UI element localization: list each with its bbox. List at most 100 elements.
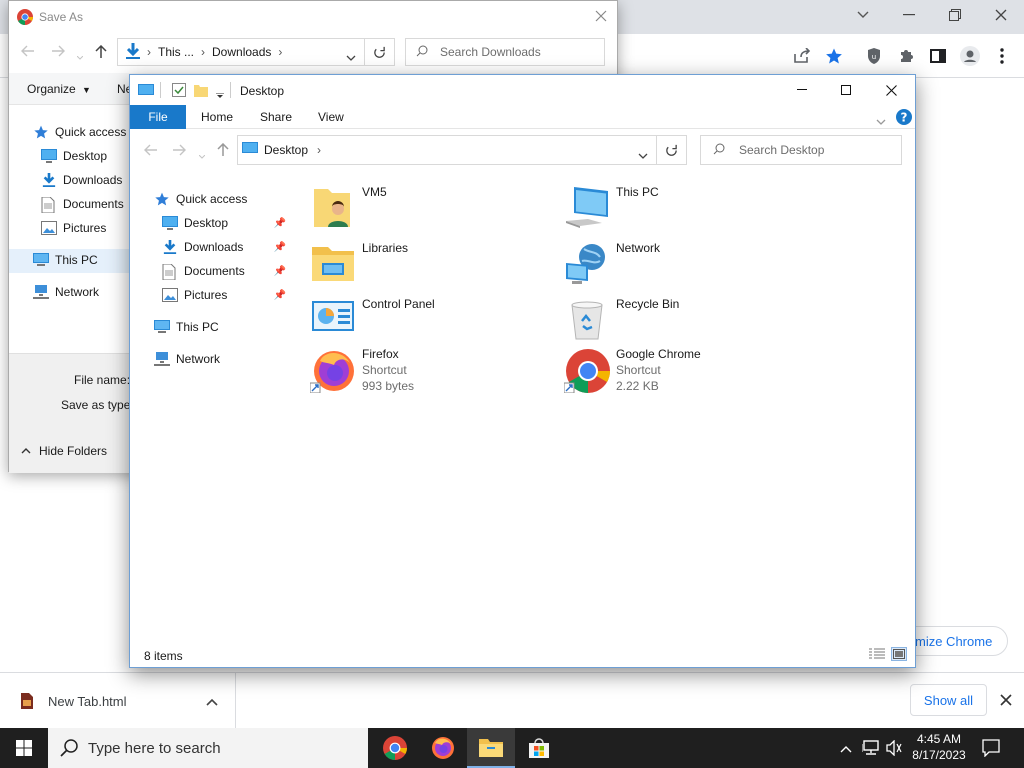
save-as-refresh-icon[interactable]	[365, 38, 395, 66]
explorer-nav-pictures[interactable]: Pictures	[162, 284, 227, 306]
profile-avatar-icon[interactable]	[958, 44, 982, 68]
recent-locations-chevron-icon[interactable]	[76, 49, 84, 63]
download-item[interactable]: New Tab.html	[0, 673, 236, 729]
save-as-close-icon[interactable]	[595, 10, 607, 25]
bookmark-star-icon[interactable]	[822, 44, 846, 68]
expand-ribbon-chevron-icon[interactable]	[876, 114, 886, 128]
save-as-nav-downloads[interactable]: Downloads	[41, 169, 122, 191]
desktop-item-vm5[interactable]: VM5	[310, 185, 550, 239]
explorer-address-chevron-icon[interactable]	[638, 148, 648, 162]
explorer-nav-quick-access[interactable]: Quick access	[154, 188, 247, 210]
save-as-titlebar: Save As	[9, 1, 617, 33]
chrome-close-button[interactable]	[978, 0, 1024, 30]
desktop-item-control-panel[interactable]: Control Panel	[310, 297, 550, 351]
explorer-nav-network[interactable]: Network	[154, 348, 220, 370]
explorer-back-arrow-icon[interactable]	[144, 144, 158, 159]
taskbar-search-input[interactable]: Type here to search	[48, 728, 368, 768]
save-as-nav-quick-access[interactable]: Quick access	[33, 121, 126, 143]
address-dropdown-chevron-icon[interactable]	[346, 50, 356, 64]
share-icon[interactable]	[790, 44, 814, 68]
download-shelf-close-icon[interactable]	[995, 689, 1017, 711]
save-as-type-label: Save as type:	[61, 398, 134, 412]
extensions-puzzle-icon[interactable]	[894, 44, 918, 68]
taskbar-clock[interactable]: 4:45 AM 8/17/2023	[908, 731, 970, 765]
explorer-refresh-icon[interactable]	[657, 135, 687, 165]
explorer-nav-documents[interactable]: Documents	[162, 260, 245, 282]
show-hidden-icons-chevron-icon[interactable]	[840, 742, 852, 756]
libraries-icon	[310, 241, 356, 287]
side-panel-icon[interactable]	[926, 44, 950, 68]
explorer-search-input[interactable]: Search Desktop	[700, 135, 902, 165]
ribbon-tab-view[interactable]: View	[318, 105, 344, 129]
organize-button[interactable]: Organize ▼	[27, 82, 91, 96]
explorer-close-button[interactable]	[868, 75, 914, 105]
explorer-recent-chevron-icon[interactable]	[198, 148, 206, 162]
chevron-up-icon	[21, 448, 31, 454]
save-as-search-input[interactable]: Search Downloads	[405, 38, 605, 66]
desktop-icon	[162, 216, 178, 230]
quick-access-properties-icon[interactable]	[172, 83, 186, 100]
explorer-ribbon: File Home Share View ?	[130, 105, 915, 129]
explorer-forward-arrow-icon[interactable]	[172, 144, 186, 159]
save-as-nav-network[interactable]: Network	[33, 281, 99, 303]
desktop-item-recycle-bin[interactable]: Recycle Bin	[564, 297, 804, 351]
save-as-nav-desktop[interactable]: Desktop	[41, 145, 107, 167]
control-panel-icon	[310, 297, 356, 343]
tab-search-chevron-icon[interactable]	[840, 0, 886, 30]
large-icons-view-icon[interactable]	[891, 647, 907, 661]
up-arrow-icon[interactable]	[95, 44, 107, 62]
help-icon[interactable]: ?	[896, 109, 912, 128]
explorer-up-arrow-icon[interactable]	[217, 142, 229, 160]
ribbon-tab-share[interactable]: Share	[260, 105, 292, 129]
save-as-nav-pictures[interactable]: Pictures	[41, 217, 106, 239]
hide-folders-button[interactable]: Hide Folders	[21, 444, 107, 458]
pin-icon: 📌	[273, 241, 287, 253]
taskbar-store-button[interactable]	[515, 728, 563, 768]
breadcrumb-downloads[interactable]: Downloads	[212, 45, 271, 59]
details-view-icon[interactable]	[869, 648, 885, 663]
forward-arrow-icon[interactable]	[51, 45, 65, 60]
documents-icon	[162, 263, 178, 281]
breadcrumb-desktop[interactable]: Desktop	[264, 143, 308, 157]
desktop-item-google-chrome[interactable]: Google Chrome Shortcut 2.22 KB	[563, 347, 804, 405]
taskbar-chrome-icon	[383, 736, 407, 760]
ribbon-tab-file[interactable]: File	[130, 105, 186, 129]
search-icon	[416, 45, 428, 60]
customize-qat-chevron-icon[interactable]	[216, 88, 224, 102]
chrome-restore-button[interactable]	[932, 0, 978, 30]
explorer-maximize-button[interactable]	[824, 75, 868, 105]
file-name-label: File name:	[74, 373, 131, 387]
save-as-address-bar[interactable]: › This ... › Downloads ›	[117, 38, 365, 66]
quick-access-new-folder-icon[interactable]	[194, 83, 208, 100]
desktop-item-libraries[interactable]: Libraries	[310, 241, 550, 295]
desktop-item-firefox[interactable]: Firefox Shortcut 993 bytes	[309, 347, 550, 405]
explorer-address-bar[interactable]: Desktop ›	[237, 135, 657, 165]
desktop-item-network[interactable]: Network	[564, 241, 804, 295]
chrome-minimize-button[interactable]	[886, 0, 932, 30]
back-arrow-icon[interactable]	[21, 45, 35, 60]
start-button[interactable]	[0, 728, 48, 768]
save-as-nav-this-pc[interactable]: This PC	[33, 249, 98, 271]
notification-center-icon[interactable]	[982, 739, 1000, 760]
download-options-chevron-icon[interactable]	[206, 695, 218, 709]
explorer-nav-desktop[interactable]: Desktop	[162, 212, 228, 234]
html-file-icon	[20, 693, 34, 709]
desktop-item-this-pc[interactable]: This PC	[564, 185, 804, 239]
ribbon-tab-home[interactable]: Home	[201, 105, 233, 129]
breadcrumb-this-pc[interactable]: This ...	[158, 45, 194, 59]
extension-shield-icon[interactable]: u	[862, 44, 886, 68]
download-icon	[162, 240, 178, 254]
taskbar-firefox-button[interactable]	[419, 728, 467, 768]
volume-icon[interactable]	[886, 739, 902, 759]
taskbar-file-explorer-button[interactable]	[467, 728, 515, 768]
explorer-minimize-button[interactable]	[780, 75, 824, 105]
taskbar-chrome-button[interactable]	[371, 728, 419, 768]
chrome-menu-icon[interactable]	[990, 44, 1014, 68]
save-as-nav-documents[interactable]: Documents	[41, 193, 124, 215]
explorer-search-icon	[713, 143, 725, 158]
explorer-nav-downloads[interactable]: Downloads	[162, 236, 243, 258]
network-status-icon[interactable]	[861, 740, 880, 759]
taskbar-search-icon	[60, 739, 78, 757]
show-all-downloads-button[interactable]: Show all	[910, 684, 987, 716]
explorer-nav-this-pc[interactable]: This PC	[154, 316, 219, 338]
